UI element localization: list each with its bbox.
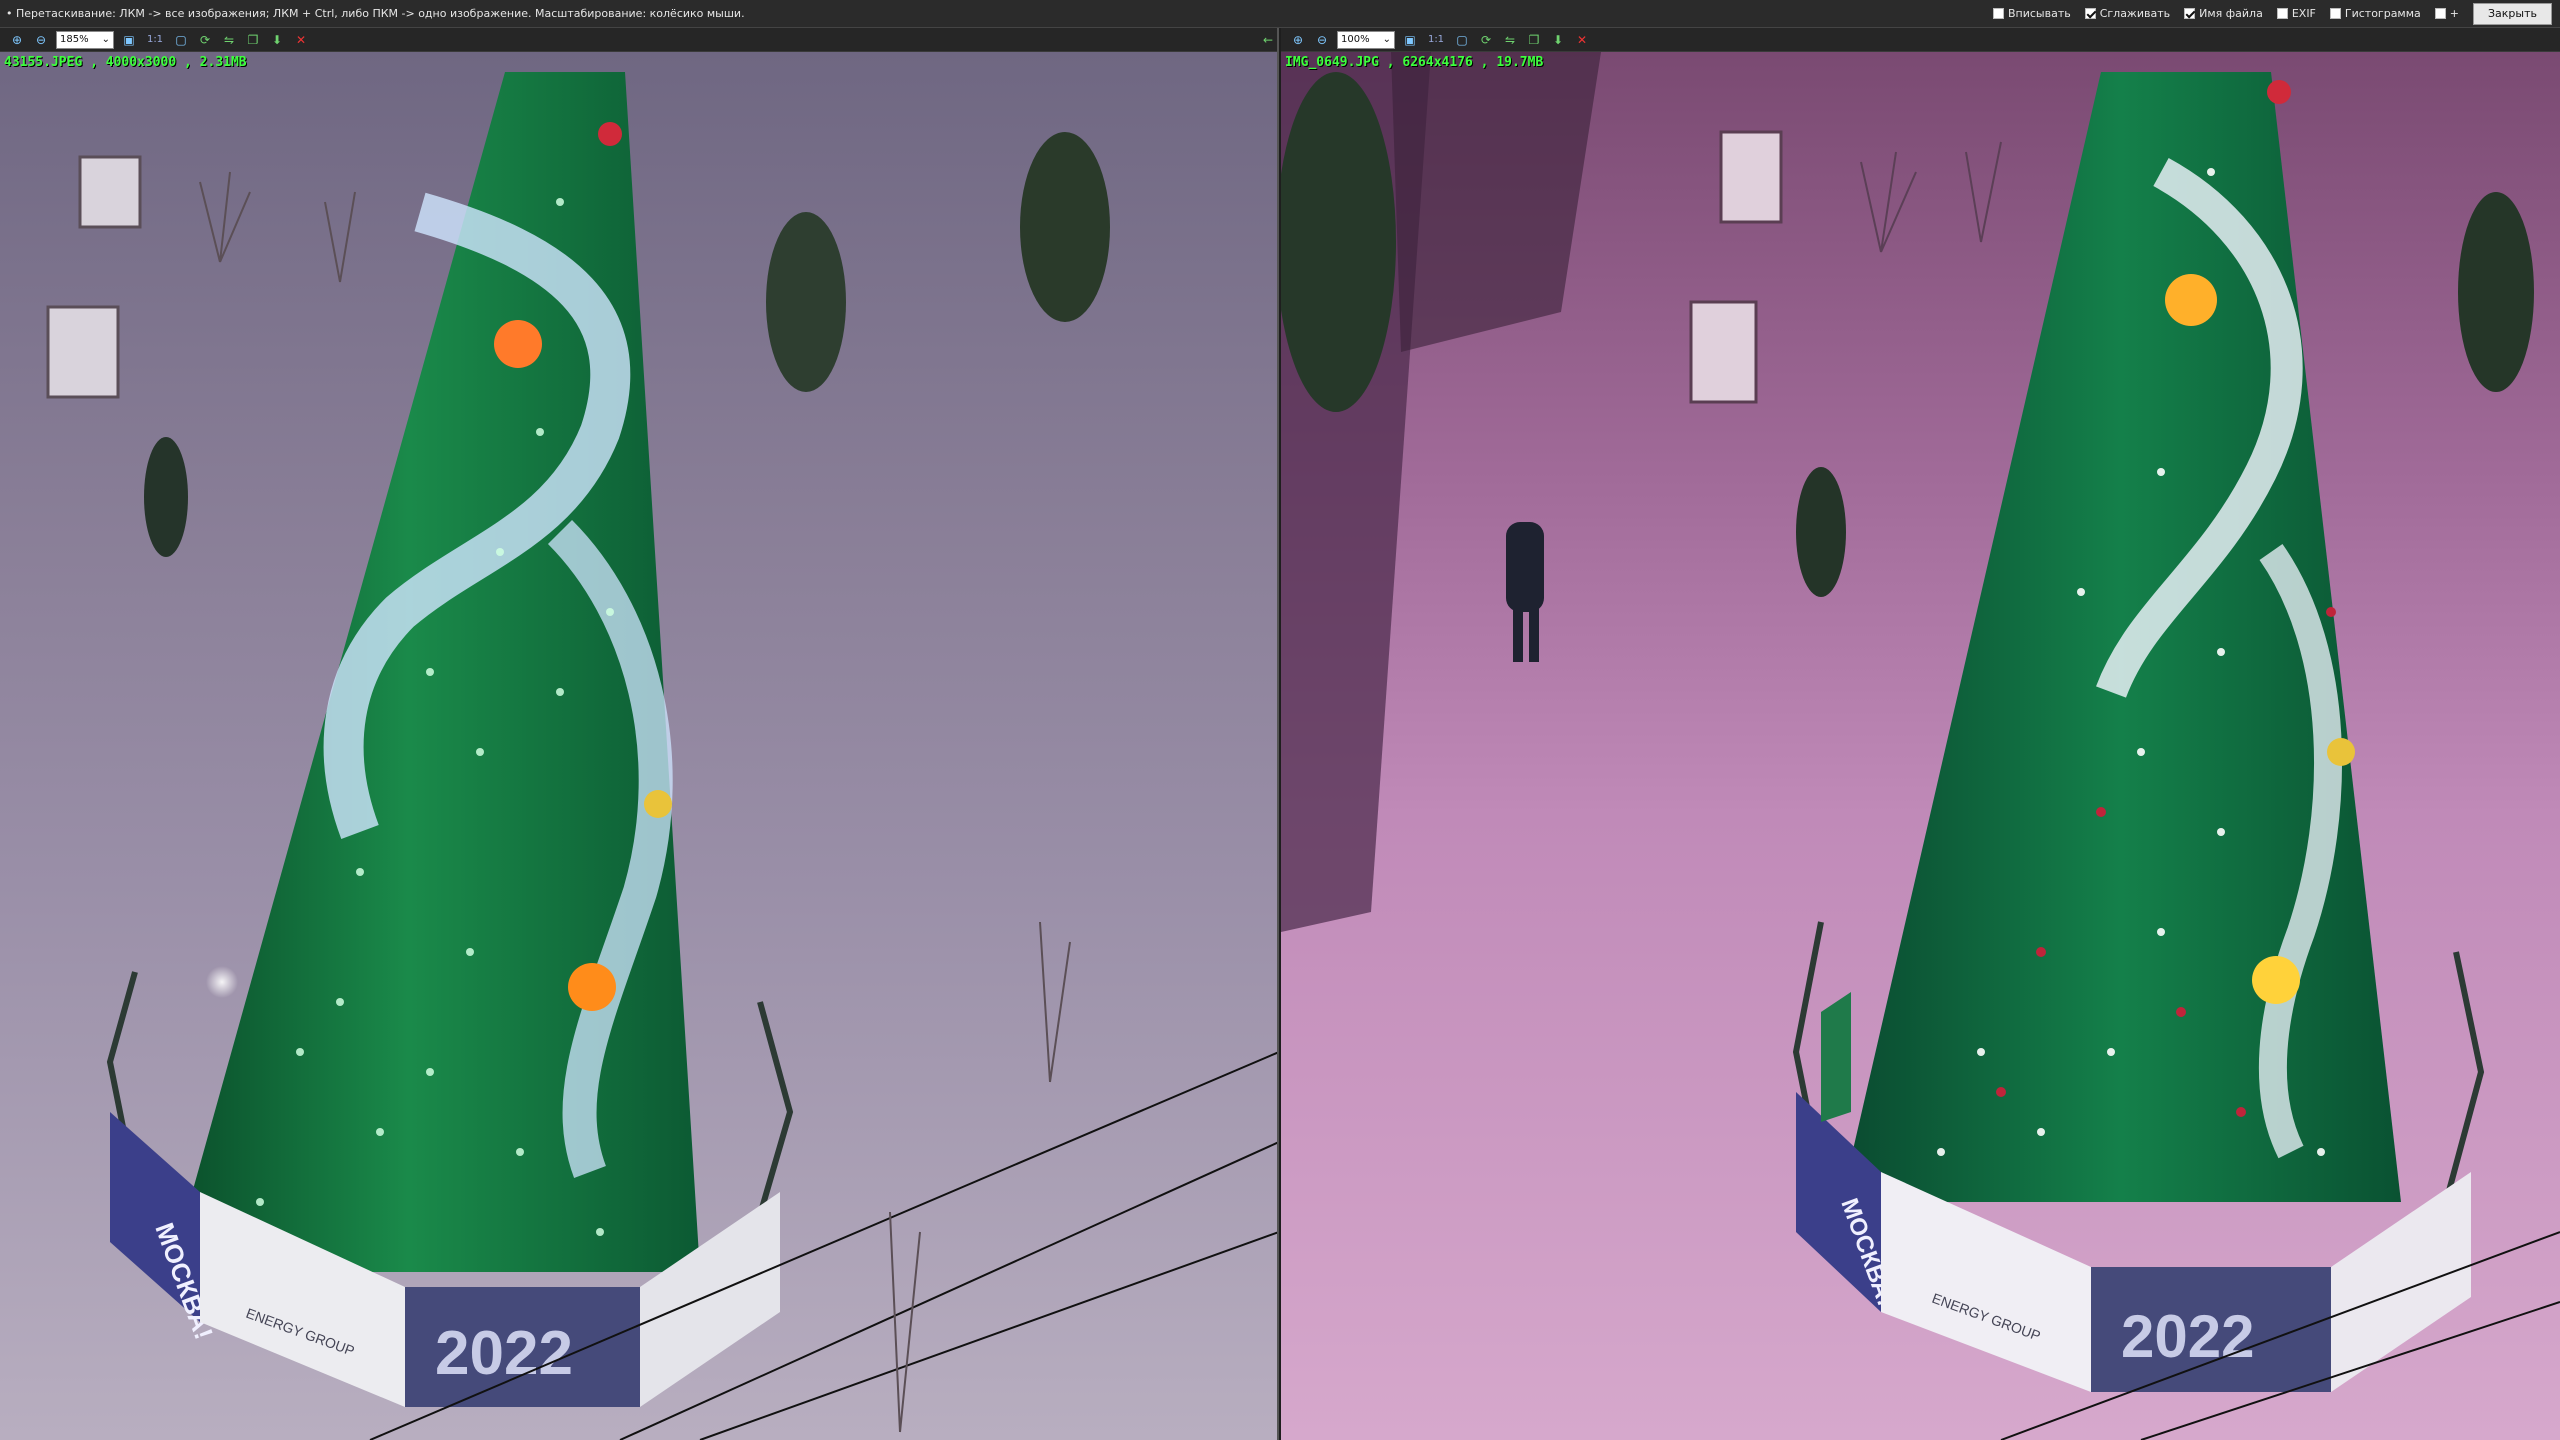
zoom-select[interactable]: 185% ⌄ [56, 30, 114, 49]
zoom-out-icon[interactable]: ⊖ [32, 31, 50, 49]
usage-hint: • Перетаскивание: ЛКМ -> все изображения… [6, 7, 745, 20]
copy-icon[interactable]: ❐ [1525, 31, 1543, 49]
image-viewport-right[interactable]: IMG_0649.JPG , 6264x4176 , 19.7MB МОСКВА… [1281, 52, 2560, 1440]
sync-arrow-icon[interactable]: ← [1259, 31, 1277, 49]
close-panel-icon[interactable]: ✕ [292, 31, 310, 49]
file-info-label: 43155.JPEG , 4000x3000 , 2.31MB [4, 55, 247, 70]
year-banner-text: 2022 [435, 1319, 573, 1388]
fit-icon[interactable]: ▣ [1401, 31, 1419, 49]
close-button[interactable]: Закрыть [2473, 2, 2552, 25]
option-histogram[interactable]: Гистограмма [2329, 7, 2421, 20]
checkbox-exif[interactable] [2276, 8, 2288, 19]
checkbox-smooth[interactable] [2084, 8, 2096, 19]
actual-size-icon[interactable]: 1:1 [144, 31, 166, 49]
checkbox-plus[interactable] [2434, 8, 2446, 19]
christmas-tree-photo: МОСКВА! ENERGY GROUP 2022 [1281, 52, 2560, 1440]
image-panel-left: ⊕ ⊖ 185% ⌄ ▣ 1:1 ▢ ⟳ ⇋ ❐ ⬇ ✕ ← 43155.JPEG… [0, 28, 1279, 1440]
title-bar: • Перетаскивание: ЛКМ -> все изображения… [0, 0, 2560, 28]
zoom-in-icon[interactable]: ⊕ [1289, 31, 1307, 49]
chevron-down-icon: ⌄ [1382, 34, 1391, 45]
image-viewport-left[interactable]: 43155.JPEG , 4000x3000 , 2.31MB МОСКВА! … [0, 52, 1277, 1440]
fit-icon[interactable]: ▣ [120, 31, 138, 49]
zoom-in-icon[interactable]: ⊕ [8, 31, 26, 49]
person-figure [1506, 522, 1544, 612]
flip-icon[interactable]: ⇋ [1501, 31, 1519, 49]
option-fit[interactable]: Вписывать [1992, 7, 2071, 20]
fullscreen-icon[interactable]: ▢ [1453, 31, 1471, 49]
option-smooth[interactable]: Сглаживать [2084, 7, 2170, 20]
checkbox-filename[interactable] [2184, 8, 2196, 19]
chevron-down-icon: ⌄ [101, 34, 110, 45]
image-panel-right: ⊕ ⊖ 100% ⌄ ▣ 1:1 ▢ ⟳ ⇋ ❐ ⬇ ✕ IMG_0649.JPG… [1281, 28, 2560, 1440]
photo-right: МОСКВА! ENERGY GROUP 2022 [1281, 52, 2560, 1440]
checkbox-fit[interactable] [1992, 8, 2004, 19]
flip-icon[interactable]: ⇋ [220, 31, 238, 49]
rotate-icon[interactable]: ⟳ [196, 31, 214, 49]
option-plus[interactable]: + [2434, 7, 2459, 20]
year-banner-text: 2022 [2121, 1303, 2254, 1370]
actual-size-icon[interactable]: 1:1 [1425, 31, 1447, 49]
rotate-icon[interactable]: ⟳ [1477, 31, 1495, 49]
christmas-tree-photo: МОСКВА! ENERGY GROUP 2022 [46, 72, 1277, 1440]
fullscreen-icon[interactable]: ▢ [172, 31, 190, 49]
copy-icon[interactable]: ❐ [244, 31, 262, 49]
zoom-out-icon[interactable]: ⊖ [1313, 31, 1331, 49]
save-icon[interactable]: ⬇ [1549, 31, 1567, 49]
view-options: Вписывать Сглаживать Имя файла EXIF Гист… [1992, 2, 2560, 25]
photo-left: МОСКВА! ENERGY GROUP 2022 [0, 52, 1277, 1440]
zoom-select[interactable]: 100% ⌄ [1337, 30, 1395, 49]
checkbox-histogram[interactable] [2329, 8, 2341, 19]
option-exif[interactable]: EXIF [2276, 7, 2316, 20]
panel-toolbar-right: ⊕ ⊖ 100% ⌄ ▣ 1:1 ▢ ⟳ ⇋ ❐ ⬇ ✕ [1281, 28, 2560, 52]
panel-toolbar-left: ⊕ ⊖ 185% ⌄ ▣ 1:1 ▢ ⟳ ⇋ ❐ ⬇ ✕ ← [0, 28, 1277, 52]
close-panel-icon[interactable]: ✕ [1573, 31, 1591, 49]
file-info-label: IMG_0649.JPG , 6264x4176 , 19.7MB [1285, 55, 1544, 70]
option-filename[interactable]: Имя файла [2184, 7, 2263, 20]
save-icon[interactable]: ⬇ [268, 31, 286, 49]
